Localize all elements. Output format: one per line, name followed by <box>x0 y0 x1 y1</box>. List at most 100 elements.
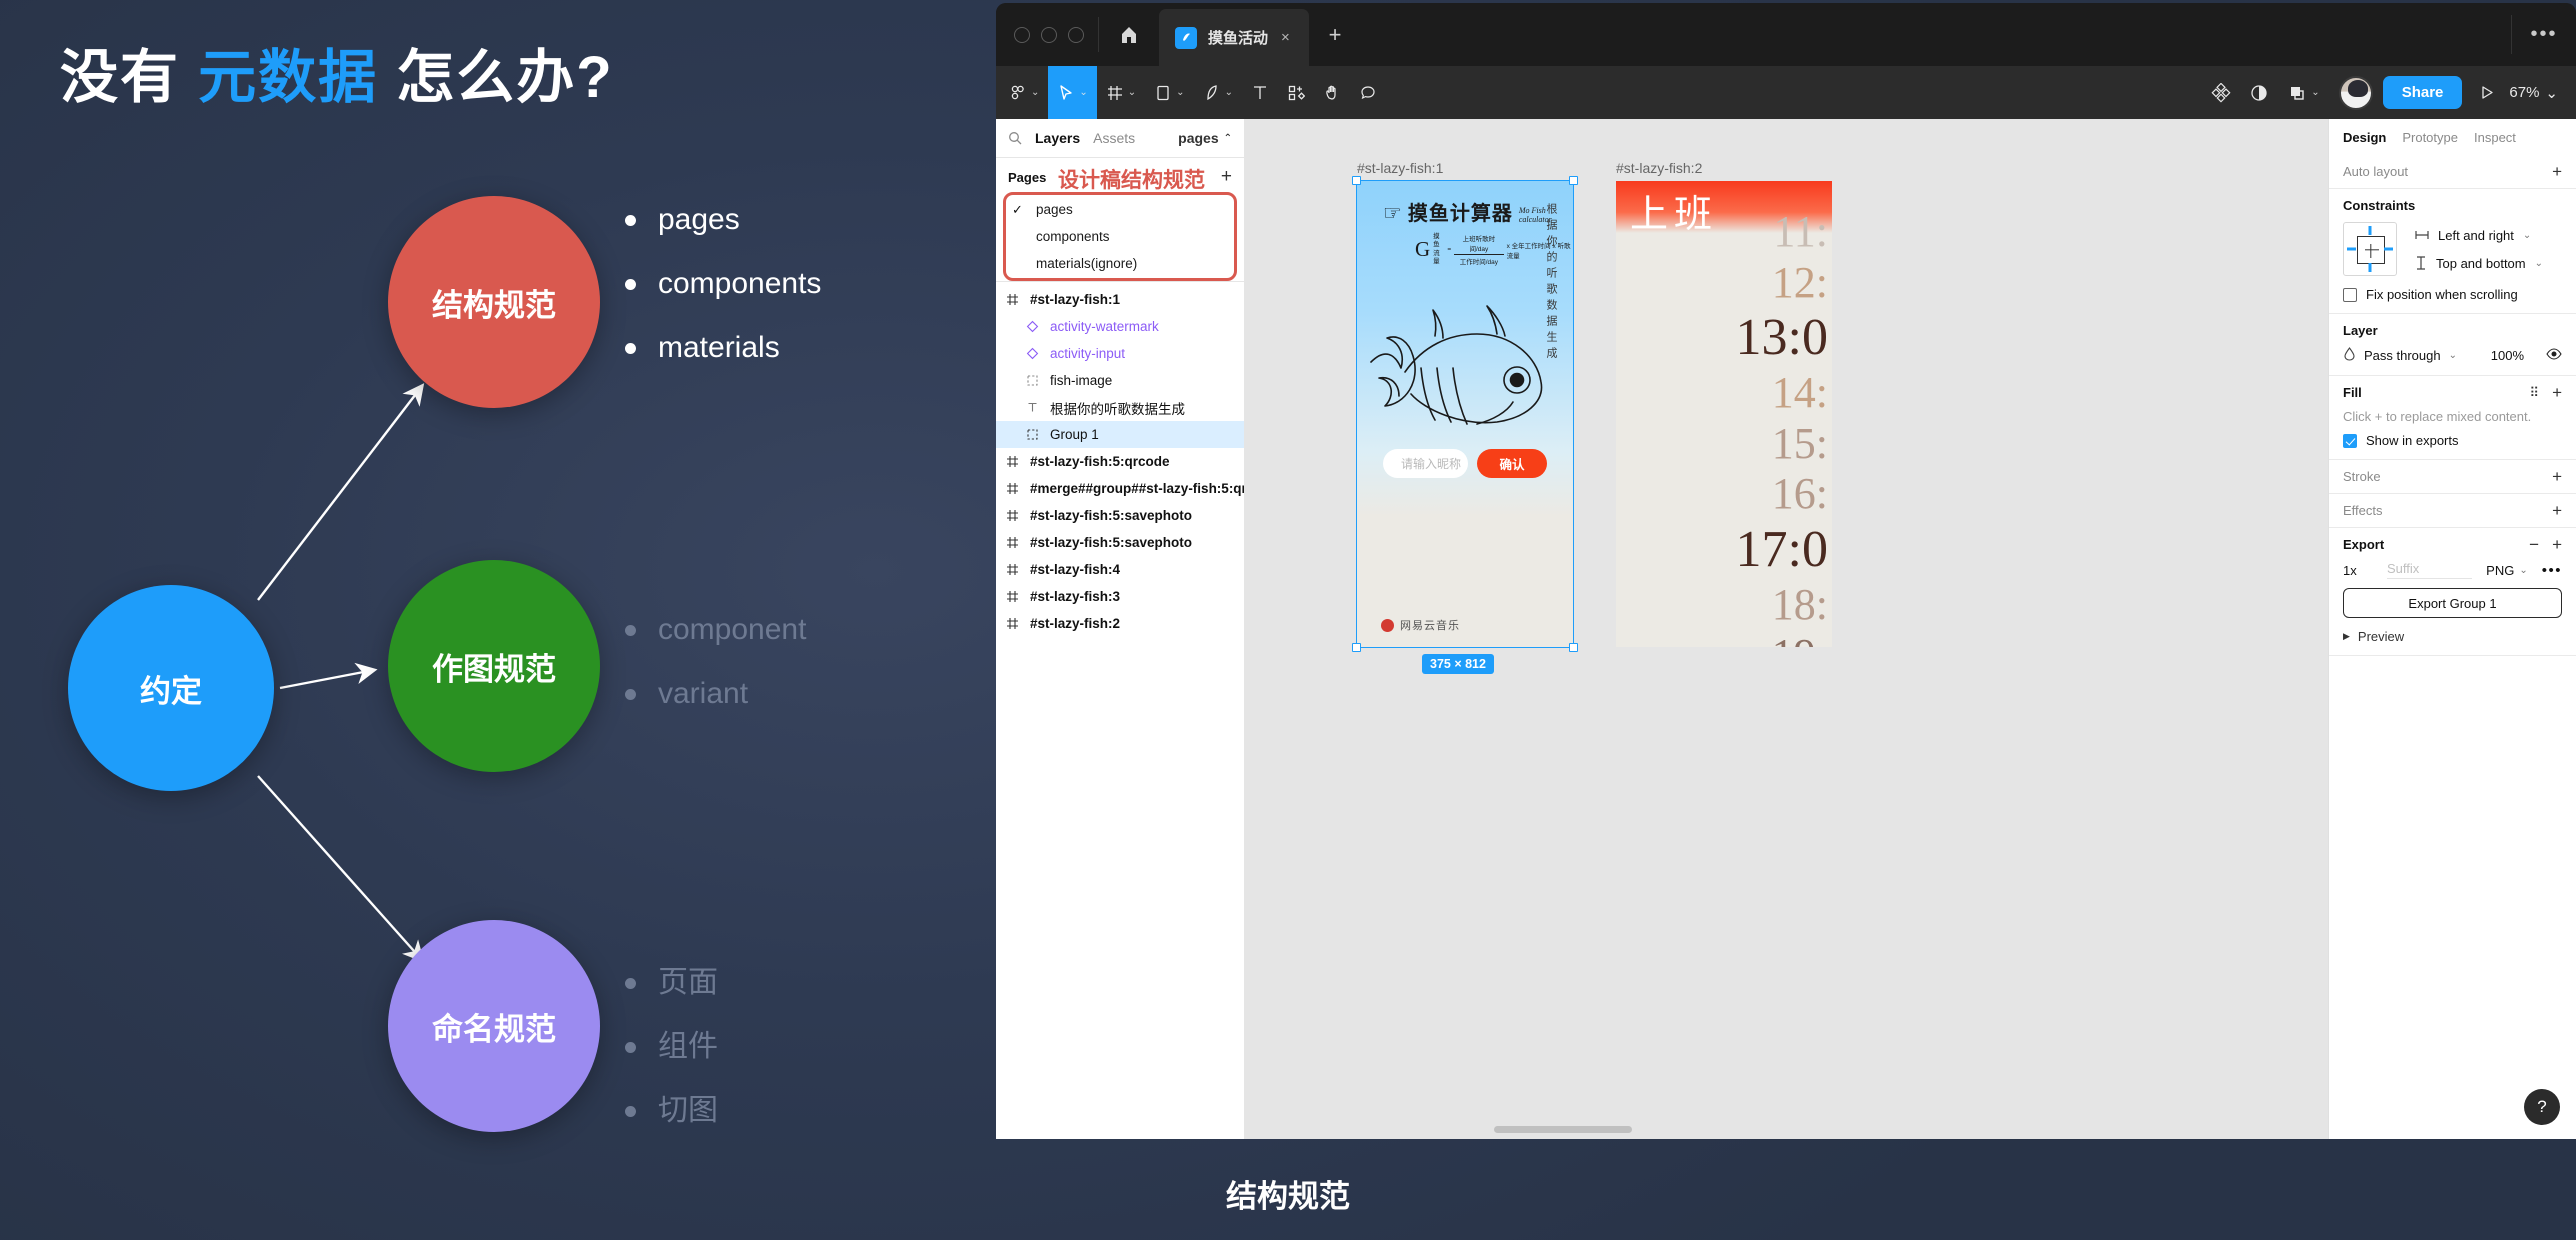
export-format-select[interactable]: PNG ⌄ <box>2486 563 2528 578</box>
confirm-button[interactable]: 确认 <box>1477 449 1547 478</box>
layer-row[interactable]: 根据你的听歌数据生成 <box>996 394 1244 421</box>
horizontal-constraint-select[interactable]: Left and right ⌄ <box>2415 228 2543 243</box>
tab-assets[interactable]: Assets <box>1093 130 1135 146</box>
layer-row[interactable]: #st-lazy-fish:5:qrcode <box>996 448 1244 475</box>
home-button[interactable] <box>1099 3 1159 66</box>
canvas-horizontal-scrollbar[interactable] <box>1494 1126 1632 1133</box>
layer-row[interactable]: #st-lazy-fish:5:savephoto <box>996 502 1244 529</box>
help-button[interactable]: ? <box>2524 1089 2560 1125</box>
chevron-down-icon: ⌄ <box>1031 87 1040 98</box>
window-overflow-menu[interactable]: ••• <box>2512 3 2576 66</box>
layer-row[interactable]: #st-lazy-fish:5:savephoto <box>996 529 1244 556</box>
tool-components[interactable] <box>1278 66 1314 119</box>
layer-row[interactable]: #st-lazy-fish:4 <box>996 556 1244 583</box>
minimize-window-icon[interactable] <box>1041 26 1057 43</box>
tool-comment[interactable] <box>1350 66 1386 119</box>
avatar[interactable] <box>2338 75 2373 110</box>
constraint-top-marker[interactable] <box>2368 226 2372 235</box>
tab-layers[interactable]: Layers <box>1035 130 1080 146</box>
add-effect-button[interactable]: + <box>2552 502 2562 519</box>
layer-row[interactable]: #st-lazy-fish:2 <box>996 610 1244 637</box>
tab-inspect[interactable]: Inspect <box>2474 130 2516 145</box>
export-button[interactable]: Export Group 1 <box>2343 588 2562 618</box>
blend-mode-select[interactable]: Pass through <box>2364 348 2441 363</box>
search-icon[interactable] <box>1008 131 1022 145</box>
layer-row[interactable]: #st-lazy-fish:1 <box>996 286 1244 313</box>
tool-hand[interactable] <box>1314 66 1350 119</box>
present-button[interactable] <box>2462 66 2509 119</box>
export-scale-input[interactable]: 1x <box>2343 563 2387 578</box>
fix-position-row[interactable]: Fix position when scrolling <box>2343 287 2562 313</box>
current-page-selector[interactable]: pages ⌃ <box>1178 130 1232 146</box>
diagram-node-root[interactable]: 约定 <box>68 585 274 791</box>
slide-caption: 结构规范 <box>1226 1179 1350 1214</box>
frame-label-1[interactable]: #st-lazy-fish:1 <box>1357 160 1443 176</box>
resize-handle-tl[interactable] <box>1352 176 1361 185</box>
eye-icon[interactable] <box>2546 348 2562 363</box>
layer-row[interactable]: activity-watermark <box>996 313 1244 340</box>
tab-prototype[interactable]: Prototype <box>2402 130 2458 145</box>
constraint-left-marker[interactable] <box>2347 247 2356 251</box>
tool-shape[interactable]: ⌄ <box>1145 66 1193 119</box>
tool-frame[interactable]: ⌄ <box>1097 66 1145 119</box>
layer-row[interactable]: fish-image <box>996 367 1244 394</box>
figma-canvas[interactable]: #st-lazy-fish:1 ☞ 摸鱼计算器 Mo Fish calculat… <box>1244 119 2328 1139</box>
add-auto-layout-button[interactable]: + <box>2552 163 2562 180</box>
share-button[interactable]: Share <box>2382 76 2463 109</box>
resize-handle-bl[interactable] <box>1352 643 1361 652</box>
file-tab[interactable]: 摸鱼活动 × <box>1159 9 1309 66</box>
close-window-icon[interactable] <box>1014 26 1030 43</box>
constraint-bottom-marker[interactable] <box>2368 263 2372 272</box>
constraints-widget[interactable] <box>2343 222 2397 276</box>
tool-plugins[interactable] <box>2202 66 2240 119</box>
add-fill-button[interactable]: + <box>2552 384 2562 401</box>
diagram-node-structure[interactable]: 结构规范 <box>388 196 600 408</box>
zoom-level-selector[interactable]: 67% ⌄ <box>2509 66 2576 119</box>
vertical-constraint-select[interactable]: Top and bottom ⌄ <box>2415 256 2543 271</box>
constraint-right-marker[interactable] <box>2384 247 2393 251</box>
artboard-clock[interactable]: 上班 11: 12: 13:0 14: 15: 16: 17:0 18: 19: <box>1616 181 1832 647</box>
fix-position-checkbox[interactable] <box>2343 287 2357 302</box>
selected-frame[interactable]: ☞ 摸鱼计算器 Mo Fish calculator G 摸鱼 流量 = 上班听… <box>1352 176 1578 652</box>
resize-handle-br[interactable] <box>1569 643 1578 652</box>
add-stroke-button[interactable]: + <box>2552 468 2562 485</box>
tool-pen[interactable]: ⌄ <box>1194 66 1242 119</box>
chevron-down-icon: ⌄ <box>2534 257 2544 269</box>
clock-time: 14: <box>1771 367 1828 417</box>
tool-text[interactable] <box>1242 66 1278 119</box>
nickname-input[interactable]: 请输入昵称 <box>1383 449 1468 478</box>
page-item-materials[interactable]: materials(ignore) <box>1006 250 1234 277</box>
diagram-node-drawing[interactable]: 作图规范 <box>388 560 600 772</box>
maximize-window-icon[interactable] <box>1068 26 1084 43</box>
page-item-components[interactable]: components <box>1006 223 1234 250</box>
export-more-button[interactable]: ••• <box>2542 562 2562 579</box>
main-menu-button[interactable]: ⌄ <box>1000 66 1048 119</box>
new-tab-button[interactable]: + <box>1309 3 1361 66</box>
layer-row[interactable]: #merge##group##st-lazy-fish:5:qrcode <box>996 475 1244 502</box>
opacity-value[interactable]: 100% <box>2491 348 2524 363</box>
layer-row[interactable]: activity-input <box>996 340 1244 367</box>
add-page-button[interactable]: + <box>1221 166 1232 188</box>
artboard-fish: ☞ 摸鱼计算器 Mo Fish calculator G 摸鱼 流量 = 上班听… <box>1357 181 1573 647</box>
tab-design[interactable]: Design <box>2343 130 2386 145</box>
close-tab-icon[interactable]: × <box>1279 29 1292 46</box>
layer-row[interactable]: #st-lazy-fish:3 <box>996 583 1244 610</box>
tool-mask[interactable]: ⌄ <box>2278 66 2328 119</box>
window-controls[interactable] <box>996 3 1098 66</box>
remove-export-button[interactable]: − <box>2529 536 2539 553</box>
fill-styles-button[interactable]: ⠿ <box>2530 386 2540 399</box>
preview-toggle[interactable]: ▶ Preview <box>2343 629 2562 655</box>
export-suffix-input[interactable]: Suffix <box>2387 561 2473 579</box>
page-item-pages[interactable]: ✓ pages <box>1006 196 1234 223</box>
resize-handle-tr[interactable] <box>1569 176 1578 185</box>
add-export-button[interactable]: + <box>2552 536 2562 553</box>
diagram-node-naming[interactable]: 命名规范 <box>388 920 600 1132</box>
show-in-exports-checkbox[interactable] <box>2343 433 2357 448</box>
page-title: 没有 元数据 怎么办? <box>60 30 614 114</box>
show-in-exports-row[interactable]: Show in exports <box>2343 433 2562 459</box>
tool-contrast[interactable] <box>2240 66 2278 119</box>
blend-mode-row: Pass through ⌄ 100% <box>2343 347 2562 375</box>
tool-move[interactable]: ⌄ <box>1048 66 1097 119</box>
layer-row[interactable]: Group 1 <box>996 421 1244 448</box>
frame-label-2[interactable]: #st-lazy-fish:2 <box>1616 160 1702 176</box>
